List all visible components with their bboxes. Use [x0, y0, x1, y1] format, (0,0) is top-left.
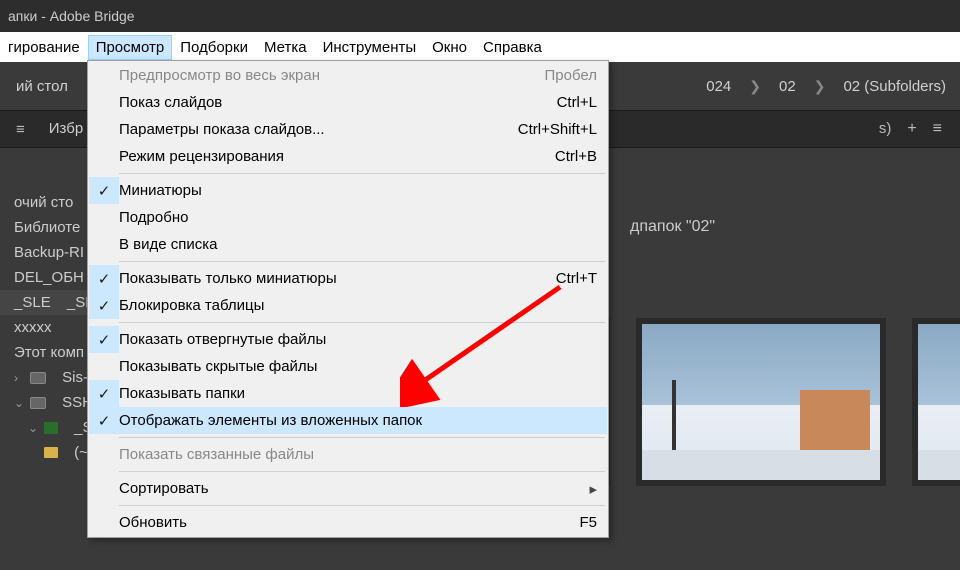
menu-separator	[119, 322, 605, 323]
chevron-down-icon: ⌄	[14, 396, 24, 410]
menu-stacks[interactable]: Подборки	[172, 35, 256, 60]
check-icon: ✓	[98, 182, 111, 200]
menu-item-show-rejected[interactable]: ✓ Показать отвергнутые файлы	[89, 326, 607, 353]
titlebar: апки - Adobe Bridge	[0, 0, 960, 32]
menu-item-show-subfolder-items[interactable]: ✓ Отображать элементы из вложенных папок	[89, 407, 607, 434]
menu-item-sort[interactable]: Сортировать ▸	[89, 475, 607, 502]
thumbnail[interactable]	[912, 318, 960, 486]
check-icon: ✓	[98, 270, 111, 288]
menu-item-show-hidden[interactable]: Показывать скрытые файлы	[89, 353, 607, 380]
hamburger-icon[interactable]: ≡	[933, 120, 942, 138]
chevron-right-icon: ❯	[814, 78, 826, 95]
content-caption: дпапок "02"	[630, 218, 715, 236]
menu-edit[interactable]: гирование	[0, 35, 88, 60]
menu-item-thumbnails[interactable]: ✓ Миниатюры	[89, 177, 607, 204]
menu-item-lock-grid[interactable]: ✓ Блокировка таблицы	[89, 292, 607, 319]
partial-text: s)	[879, 120, 892, 138]
menu-separator	[119, 437, 605, 438]
menu-item-slideshow-options[interactable]: Параметры показа слайдов... Ctrl+Shift+L	[89, 116, 607, 143]
menu-item-show-linked[interactable]: Показать связанные файлы	[89, 441, 607, 468]
menu-item-fullscreen[interactable]: Предпросмотр во весь экран Пробел	[89, 62, 607, 89]
chevron-down-icon: ⌄	[28, 421, 38, 435]
view-menu-dropdown: Предпросмотр во весь экран Пробел Показ …	[87, 60, 609, 538]
breadcrumb-desktop[interactable]: ий стол	[16, 78, 68, 95]
breadcrumb-subfolders[interactable]: 02 (Subfolders)	[843, 78, 946, 95]
drive-icon	[30, 372, 46, 384]
menu-item-refresh[interactable]: Обновить F5	[89, 509, 607, 536]
menu-item-show-folders[interactable]: ✓ Показывать папки	[89, 380, 607, 407]
menubar: гирование Просмотр Подборки Метка Инстру…	[0, 32, 960, 62]
menu-separator	[119, 471, 605, 472]
menu-item-review-mode[interactable]: Режим рецензирования Ctrl+B	[89, 143, 607, 170]
menu-view[interactable]: Просмотр	[88, 35, 173, 60]
menu-separator	[119, 173, 605, 174]
folder-icon	[44, 422, 58, 434]
plus-icon[interactable]: +	[907, 120, 916, 138]
menu-tools[interactable]: Инструменты	[315, 35, 425, 60]
menu-window[interactable]: Окно	[424, 35, 475, 60]
thumbnail[interactable]	[636, 318, 886, 486]
chevron-right-icon: ❯	[749, 78, 761, 95]
menu-separator	[119, 505, 605, 506]
drive-icon	[30, 397, 46, 409]
check-icon: ✓	[98, 331, 111, 349]
breadcrumb-month[interactable]: 02	[779, 78, 796, 95]
folder-icon	[44, 447, 58, 458]
breadcrumb-year[interactable]: 024	[706, 78, 731, 95]
menu-separator	[119, 261, 605, 262]
submenu-arrow-icon: ▸	[589, 480, 597, 498]
check-icon: ✓	[98, 297, 111, 315]
menu-help[interactable]: Справка	[475, 35, 550, 60]
menu-item-list[interactable]: В виде списка	[89, 231, 607, 258]
check-icon: ✓	[98, 412, 111, 430]
menu-label[interactable]: Метка	[256, 35, 315, 60]
chevron-right-icon: ›	[14, 371, 24, 385]
window-title: апки - Adobe Bridge	[8, 8, 135, 24]
menu-icon[interactable]: ≡	[4, 121, 37, 138]
check-icon: ✓	[98, 385, 111, 403]
menu-item-slideshow[interactable]: Показ слайдов Ctrl+L	[89, 89, 607, 116]
menu-item-thumb-only[interactable]: ✓ Показывать только миниатюры Ctrl+T	[89, 265, 607, 292]
menu-item-details[interactable]: Подробно	[89, 204, 607, 231]
